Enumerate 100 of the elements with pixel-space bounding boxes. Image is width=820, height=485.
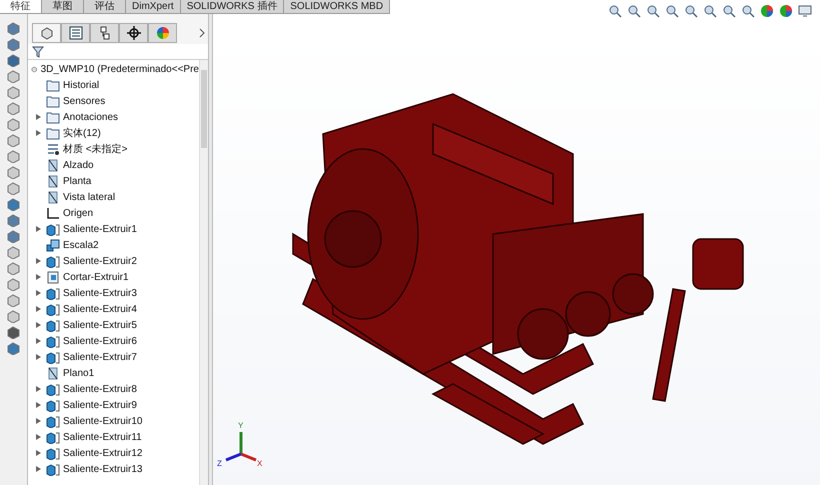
expand-arrow-icon[interactable] xyxy=(36,114,40,120)
tool-icon[interactable] xyxy=(6,150,21,163)
tool-icon[interactable] xyxy=(6,86,21,99)
tool-icon[interactable] xyxy=(6,246,21,259)
tool-icon[interactable] xyxy=(6,310,21,323)
tool-icon[interactable] xyxy=(6,118,21,131)
tree-root-label[interactable]: 3D_WMP10 (Predeterminado<<Pre xyxy=(40,62,199,76)
tree-item[interactable]: Saliente-Extruir12 xyxy=(63,446,142,460)
panel-tab[interactable] xyxy=(90,23,119,43)
crosshair-icon xyxy=(126,26,140,40)
ribbon-tab[interactable]: 评估 xyxy=(84,0,126,14)
tool-icon[interactable] xyxy=(6,326,21,339)
ribbon-tab[interactable]: 特征 xyxy=(0,0,42,14)
tool-icon[interactable] xyxy=(6,342,21,355)
tree-item[interactable]: Anotaciones xyxy=(63,110,118,124)
extrude-icon xyxy=(46,334,60,348)
expand-arrow-icon[interactable] xyxy=(36,466,40,472)
expand-arrow-icon[interactable] xyxy=(36,338,40,344)
axis-label: Z xyxy=(217,460,222,468)
ribbon-tab[interactable]: SOLIDWORKS MBD xyxy=(284,0,390,14)
plane-icon xyxy=(46,190,60,204)
tree-item[interactable]: Origen xyxy=(63,206,94,220)
tool-icon[interactable] xyxy=(6,278,21,291)
tree-item[interactable]: Saliente-Extruir9 xyxy=(63,398,137,412)
scale-icon xyxy=(46,238,60,252)
expand-arrow-icon[interactable] xyxy=(36,274,40,280)
tool-icon[interactable] xyxy=(6,230,21,243)
tool-icon[interactable] xyxy=(6,22,21,35)
expand-arrow-icon[interactable] xyxy=(36,322,40,328)
extrude-icon xyxy=(46,302,60,316)
extrude-icon xyxy=(46,462,60,476)
tree-item[interactable]: Vista lateral xyxy=(63,190,116,204)
tree-item[interactable]: Cortar-Extruir1 xyxy=(63,270,129,284)
tool-icon[interactable] xyxy=(6,262,21,275)
search-icon[interactable] xyxy=(608,4,622,18)
list-icon xyxy=(68,26,82,40)
axis-label: X xyxy=(257,460,262,468)
extrude-icon xyxy=(46,222,60,236)
cut-extrude-icon xyxy=(46,270,60,284)
expand-arrow-icon[interactable] xyxy=(36,402,40,408)
monitor-icon[interactable] xyxy=(798,4,812,18)
material-icon xyxy=(46,142,60,156)
tool-icon[interactable] xyxy=(6,38,21,51)
panel-tab[interactable] xyxy=(119,23,148,43)
extrude-icon xyxy=(46,318,60,332)
expand-arrow-icon[interactable] xyxy=(36,450,40,456)
ribbon-tab[interactable]: DimXpert xyxy=(126,0,181,14)
tree-item[interactable]: Saliente-Extruir6 xyxy=(63,334,137,348)
tree-item[interactable]: Saliente-Extruir11 xyxy=(63,430,142,444)
panel-tab[interactable] xyxy=(61,23,90,43)
tree-item[interactable]: Saliente-Extruir7 xyxy=(63,350,137,364)
extrude-icon xyxy=(46,350,60,364)
tree-item[interactable]: Escala2 xyxy=(63,238,99,252)
expand-arrow-icon[interactable] xyxy=(36,258,40,264)
tree-item[interactable]: Saliente-Extruir3 xyxy=(63,286,137,300)
filter-icon[interactable] xyxy=(32,46,44,58)
tool-icon[interactable] xyxy=(6,294,21,307)
tool-icon[interactable] xyxy=(6,182,21,195)
tree-item[interactable]: Historial xyxy=(63,78,100,92)
expand-arrow-icon[interactable] xyxy=(36,306,40,312)
color-wheel-icon xyxy=(156,26,170,40)
expand-arrow-icon[interactable] xyxy=(36,354,40,360)
tool-icon[interactable] xyxy=(6,198,21,211)
expand-arrow-icon[interactable] xyxy=(36,290,40,296)
ribbon-tab[interactable]: SOLIDWORKS 插件 xyxy=(180,0,284,14)
tree-item[interactable]: Alzado xyxy=(63,158,94,172)
tool-icon[interactable] xyxy=(6,70,21,83)
tree-item[interactable]: Sensores xyxy=(63,94,106,108)
tree-item[interactable]: Saliente-Extruir4 xyxy=(63,302,137,316)
panel-tab[interactable] xyxy=(32,23,61,43)
folder-icon xyxy=(46,126,60,140)
origin-icon xyxy=(46,206,60,220)
folder-icon xyxy=(46,94,60,108)
tree-item[interactable]: Saliente-Extruir5 xyxy=(63,318,137,332)
tree-item[interactable]: Saliente-Extruir10 xyxy=(63,414,142,428)
expand-arrow-icon[interactable] xyxy=(36,130,40,136)
tree-item[interactable]: Planta xyxy=(63,174,92,188)
tree-item[interactable]: Saliente-Extruir2 xyxy=(63,254,137,268)
tree-item[interactable]: Saliente-Extruir8 xyxy=(63,382,137,396)
folder-icon xyxy=(46,78,60,92)
scrollbar[interactable] xyxy=(199,60,208,485)
tool-icon[interactable] xyxy=(6,214,21,227)
expand-arrow-icon[interactable] xyxy=(36,418,40,424)
tree-item[interactable]: Plano1 xyxy=(63,366,94,380)
expand-arrow-icon[interactable] xyxy=(36,434,40,440)
tree-item[interactable]: 实体(12) xyxy=(63,126,101,140)
tree-item[interactable]: Saliente-Extruir13 xyxy=(63,462,142,476)
tree-item[interactable]: Saliente-Extruir1 xyxy=(63,222,137,236)
tool-icon[interactable] xyxy=(6,166,21,179)
expand-arrow-icon[interactable] xyxy=(36,386,40,392)
chevron-right-icon[interactable] xyxy=(198,28,206,38)
tool-icon[interactable] xyxy=(6,54,21,67)
expand-arrow-icon[interactable] xyxy=(36,226,40,232)
ribbon-tab[interactable]: 草图 xyxy=(42,0,84,14)
extrude-icon xyxy=(46,382,60,396)
tool-icon[interactable] xyxy=(6,102,21,115)
tree-item[interactable]: 材质 <未指定> xyxy=(63,142,128,156)
extrude-icon xyxy=(46,414,60,428)
tool-icon[interactable] xyxy=(6,134,21,147)
extrude-icon xyxy=(46,398,60,412)
